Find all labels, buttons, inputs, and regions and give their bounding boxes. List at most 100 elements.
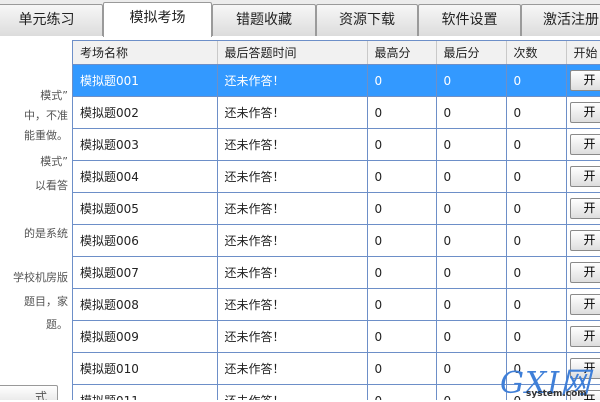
exam-name-cell: 模拟题008 [73,289,217,321]
column-header-last-score[interactable]: 最后分 [436,41,506,65]
max-score-cell: 0 [367,385,436,401]
start-cell: 开 [566,97,600,129]
max-score-cell: 0 [367,289,436,321]
exam-name-cell: 模拟题002 [73,97,217,129]
max-score-cell: 0 [367,129,436,161]
hint-line: 能重做。 [24,128,68,144]
exam-name-cell: 模拟题010 [73,353,217,385]
last-time-cell: 还未作答！ [217,321,367,353]
start-cell: 开 [566,321,600,353]
table-row[interactable]: 模拟题005还未作答！000开 [73,193,600,225]
start-exam-button[interactable]: 开 [570,326,600,347]
last-time-cell: 还未作答！ [217,353,367,385]
column-header-name[interactable]: 考场名称 [73,41,217,65]
max-score-cell: 0 [367,225,436,257]
max-score-cell: 0 [367,321,436,353]
count-cell: 0 [506,321,566,353]
exam-name-cell: 模拟题004 [73,161,217,193]
max-score-cell: 0 [367,257,436,289]
last-time-cell: 还未作答！ [217,129,367,161]
sidebar-hint-panel: 模式” 中，不准 能重做。 模式” 以看答 的是系统 学校机房版 题目，家 题。… [0,36,72,400]
start-exam-button[interactable]: 开 [570,230,600,251]
table-row[interactable]: 模拟题007还未作答！000开 [73,257,600,289]
site-watermark: GXI网 system.com [500,360,600,400]
tab-bar: 单元练习 模拟考场 错题收藏 资源下载 软件设置 激活注册 [0,0,600,36]
last-time-cell: 还未作答！ [217,65,367,97]
table-row[interactable]: 模拟题008还未作答！000开 [73,289,600,321]
tab-unit-practice[interactable]: 单元练习 [0,4,103,36]
start-exam-button[interactable]: 开 [570,102,600,123]
start-cell: 开 [566,193,600,225]
start-exam-button[interactable]: 开 [570,198,600,219]
column-header-count[interactable]: 次数 [506,41,566,65]
max-score-cell: 0 [367,193,436,225]
exam-table: 考场名称 最后答题时间 最高分 最后分 次数 开始 模拟题001还未作答！000… [73,41,600,400]
last-score-cell: 0 [436,193,506,225]
last-time-cell: 还未作答！ [217,257,367,289]
max-score-cell: 0 [367,161,436,193]
last-score-cell: 0 [436,225,506,257]
start-cell: 开 [566,129,600,161]
count-cell: 0 [506,193,566,225]
table-row[interactable]: 模拟题004还未作答！000开 [73,161,600,193]
hint-line: 学校机房版 [13,270,68,286]
max-score-cell: 0 [367,97,436,129]
table-row[interactable]: 模拟题003还未作答！000开 [73,129,600,161]
exam-name-cell: 模拟题003 [73,129,217,161]
tab-activation[interactable]: 激活注册 [521,4,600,36]
count-cell: 0 [506,225,566,257]
last-score-cell: 0 [436,289,506,321]
last-time-cell: 还未作答！ [217,97,367,129]
last-score-cell: 0 [436,129,506,161]
hint-line: 中，不准 [24,108,68,124]
exam-name-cell: 模拟题005 [73,193,217,225]
table-row[interactable]: 模拟题002还未作答！000开 [73,97,600,129]
start-exam-button[interactable]: 开 [570,70,600,91]
tab-resource-download[interactable]: 资源下载 [316,4,418,36]
start-exam-button[interactable]: 开 [570,262,600,283]
exam-list-grid: 考场名称 最后答题时间 最高分 最后分 次数 开始 模拟题001还未作答！000… [72,40,600,400]
start-cell: 开 [566,65,600,97]
tab-mock-exam[interactable]: 模拟考场 [103,2,212,37]
start-cell: 开 [566,161,600,193]
start-exam-button[interactable]: 开 [570,294,600,315]
table-row[interactable]: 模拟题001还未作答！000开 [73,65,600,97]
exam-name-cell: 模拟题011 [73,385,217,401]
last-time-cell: 还未作答！ [217,161,367,193]
last-score-cell: 0 [436,353,506,385]
hint-line: 以看答 [35,178,68,194]
last-score-cell: 0 [436,65,506,97]
hint-line: 的是系统 [24,226,68,242]
table-row[interactable]: 模拟题009还未作答！000开 [73,321,600,353]
last-time-cell: 还未作答！ [217,289,367,321]
last-time-cell: 还未作答！ [217,193,367,225]
last-time-cell: 还未作答！ [217,385,367,401]
count-cell: 0 [506,161,566,193]
hint-line: 题目，家 [24,294,68,310]
start-exam-button[interactable]: 开 [570,166,600,187]
sidebar-mode-button[interactable]: 式 [0,385,58,400]
column-header-start[interactable]: 开始 [566,41,600,65]
header-row: 考场名称 最后答题时间 最高分 最后分 次数 开始 [73,41,600,65]
last-score-cell: 0 [436,161,506,193]
last-score-cell: 0 [436,321,506,353]
count-cell: 0 [506,97,566,129]
count-cell: 0 [506,129,566,161]
start-cell: 开 [566,225,600,257]
exam-name-cell: 模拟题006 [73,225,217,257]
column-header-max-score[interactable]: 最高分 [367,41,436,65]
start-cell: 开 [566,257,600,289]
count-cell: 0 [506,65,566,97]
max-score-cell: 0 [367,353,436,385]
count-cell: 0 [506,289,566,321]
tab-software-settings[interactable]: 软件设置 [418,4,521,36]
tab-wrong-questions[interactable]: 错题收藏 [212,4,316,36]
exam-name-cell: 模拟题001 [73,65,217,97]
table-row[interactable]: 模拟题006还未作答！000开 [73,225,600,257]
max-score-cell: 0 [367,65,436,97]
start-exam-button[interactable]: 开 [570,134,600,155]
hint-line: 模式” [40,154,68,170]
last-score-cell: 0 [436,257,506,289]
count-cell: 0 [506,257,566,289]
column-header-last-time[interactable]: 最后答题时间 [217,41,367,65]
